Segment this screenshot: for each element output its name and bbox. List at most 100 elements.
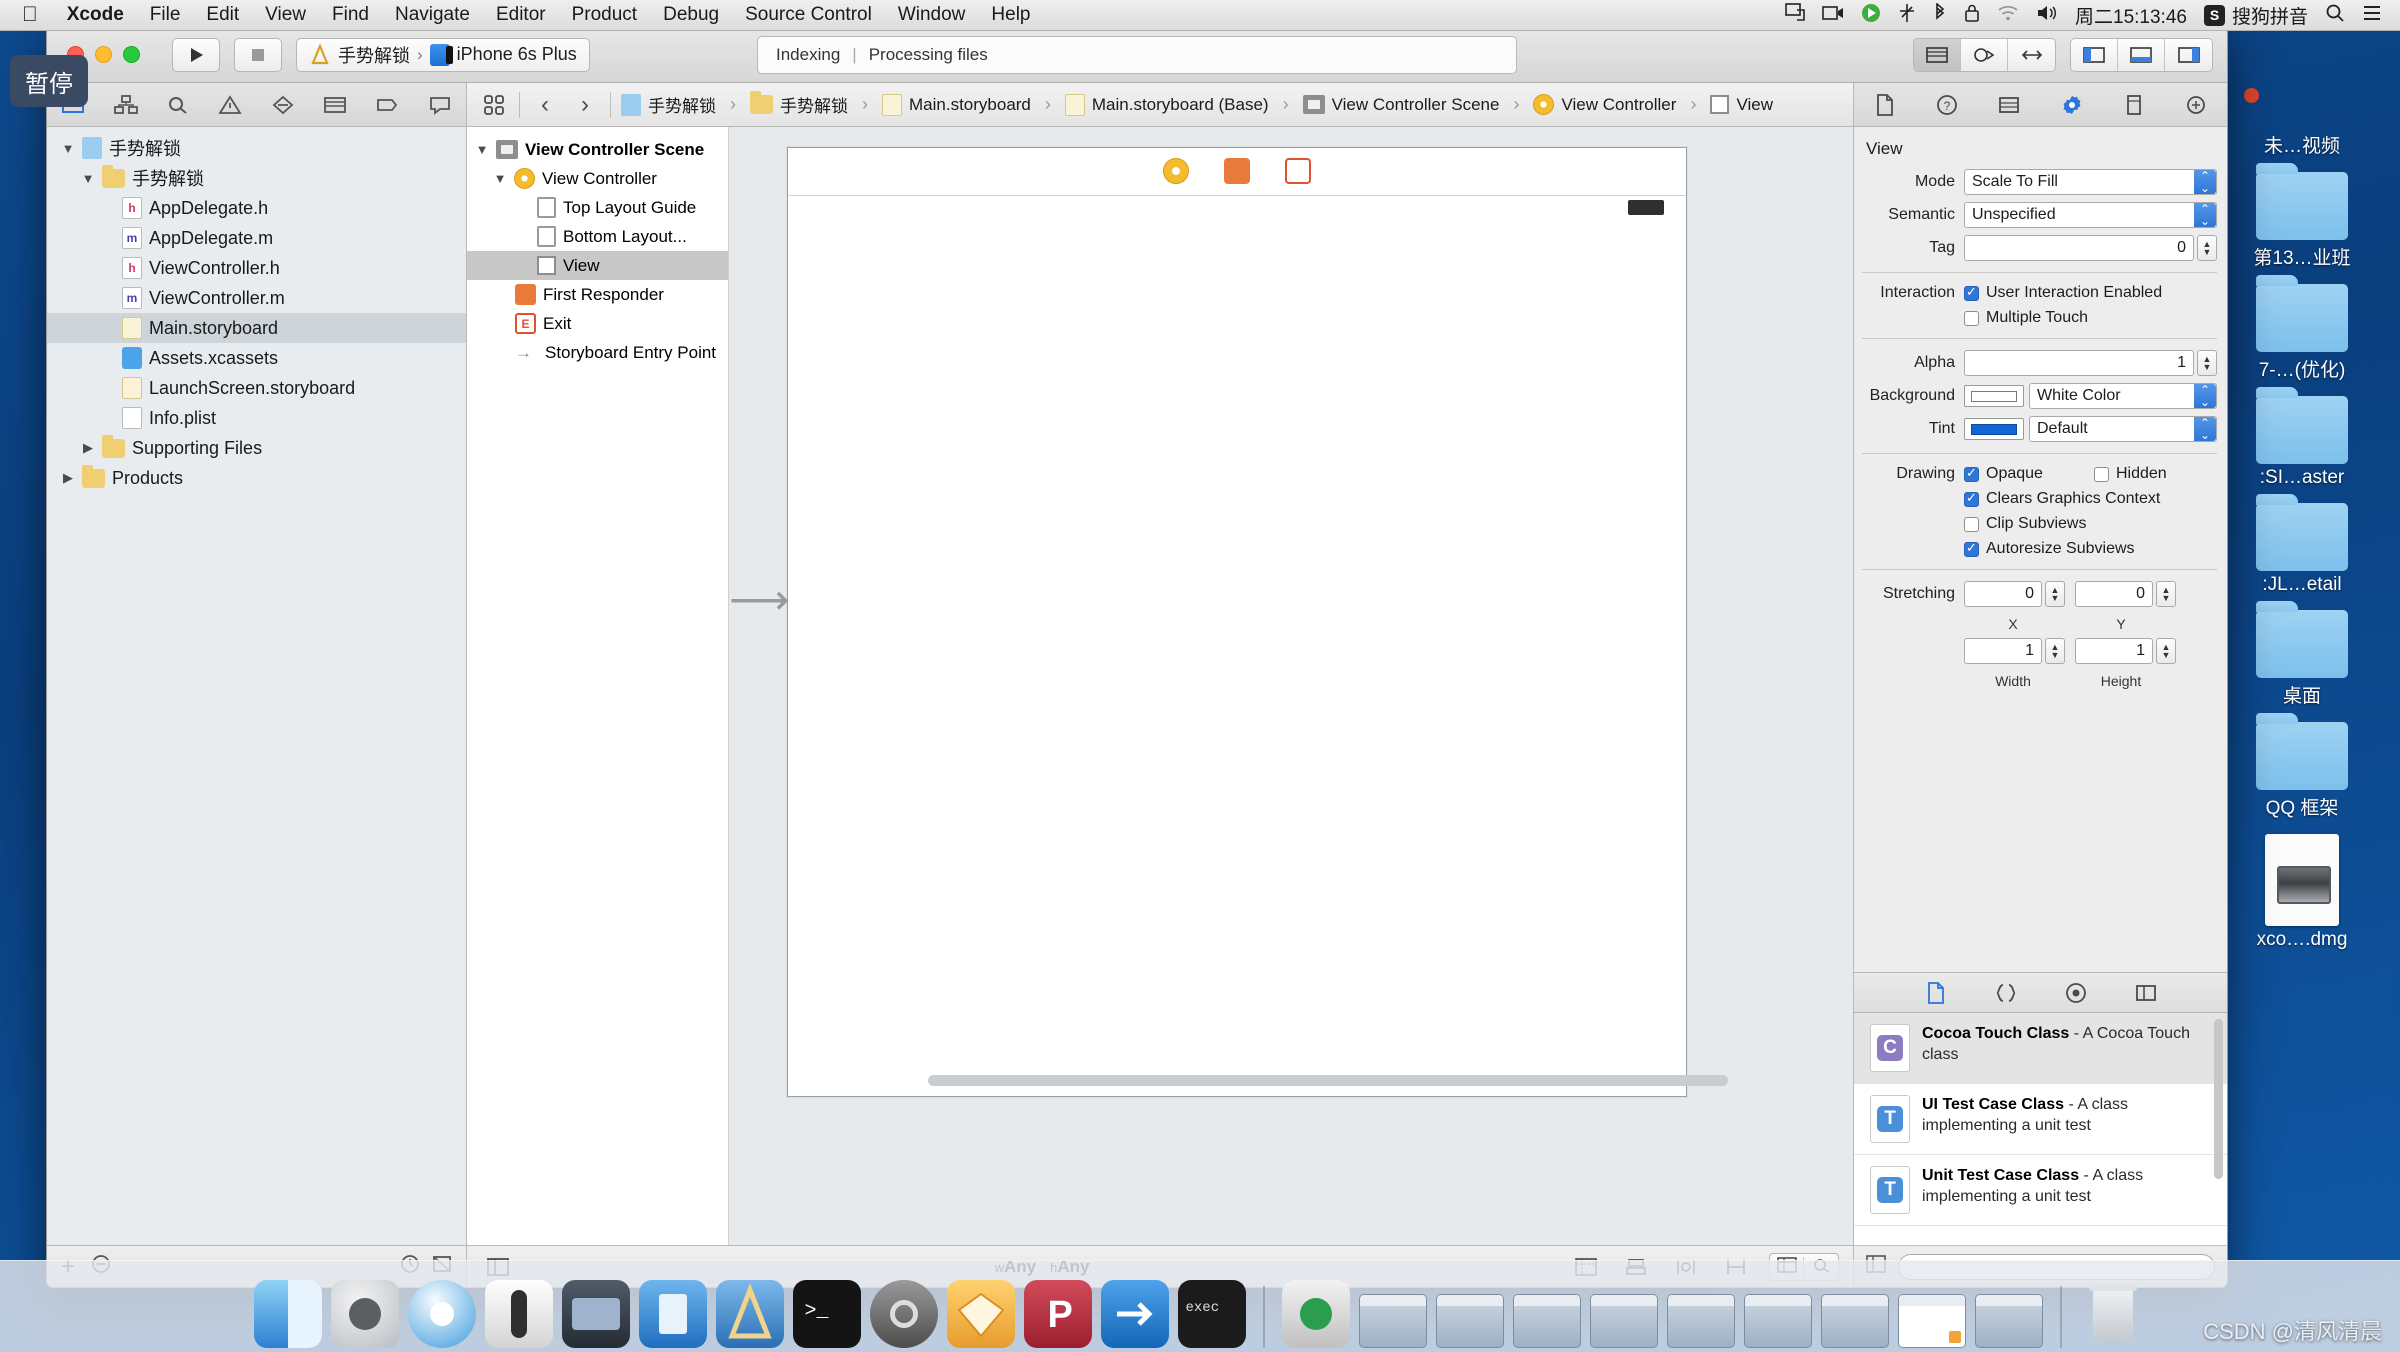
stretch-x-input[interactable]: 0: [1964, 581, 2042, 607]
airplay-icon[interactable]: [1785, 3, 1805, 27]
nav-row-supporting-files[interactable]: ▶ Supporting Files: [47, 433, 466, 463]
outline-row-top-layout-guide[interactable]: Top Layout Guide: [467, 193, 728, 222]
breadcrumb-item-scene[interactable]: View Controller Scene: [1302, 95, 1499, 115]
breakpoint-navigator-tab[interactable]: [370, 90, 404, 120]
breadcrumb-item-project[interactable]: 手势解锁: [621, 92, 716, 117]
volume-icon[interactable]: [2036, 4, 2058, 27]
minimized-window[interactable]: [1512, 1294, 1581, 1348]
find-navigator-tab[interactable]: [161, 90, 195, 120]
tag-stepper[interactable]: ▲ ▼: [2197, 235, 2217, 261]
navigator-tab-bar[interactable]: [47, 83, 466, 127]
stop-button[interactable]: [234, 37, 282, 72]
tint-popup[interactable]: Default ⌃ ⌄: [2029, 416, 2217, 442]
document-outline[interactable]: ▼ View Controller Scene ▼ View Controlle…: [467, 127, 729, 1245]
safari-icon[interactable]: [407, 1280, 476, 1348]
menu-item-source-control[interactable]: Source Control: [732, 4, 885, 26]
jump-bar[interactable]: ‹ › 手势解锁 › 手势解锁 › Main.storyboard › Main…: [467, 83, 1853, 127]
navigator-toggle-icon[interactable]: [2071, 38, 2118, 71]
nav-row-file[interactable]: h ViewController.h: [47, 253, 466, 283]
minimized-window[interactable]: [1743, 1294, 1812, 1348]
nav-row-project[interactable]: ▼ 手势解锁: [47, 133, 466, 163]
scene-dock-icons[interactable]: [1163, 158, 1311, 184]
exec-icon[interactable]: exec: [1177, 1280, 1246, 1348]
inspector-tab-bar[interactable]: ?: [1854, 83, 2227, 127]
menu-item-window[interactable]: Window: [885, 4, 979, 26]
airdrop-icon[interactable]: [1898, 3, 1916, 28]
stretch-width-stepper[interactable]: ▲ ▼: [2045, 638, 2065, 664]
finder-icon[interactable]: [253, 1280, 322, 1348]
outline-row-exit[interactable]: E Exit: [467, 309, 728, 338]
dock[interactable]: >_ P exec: [0, 1260, 2400, 1352]
view-controller-icon[interactable]: [1163, 158, 1189, 184]
symbol-navigator-tab[interactable]: [109, 90, 143, 120]
input-method-status[interactable]: S 搜狗拼音: [2203, 2, 2308, 29]
menu-item-xcode[interactable]: Xcode: [54, 4, 137, 26]
desktop-icon[interactable]: :SI…aster: [2227, 387, 2377, 489]
minimized-window[interactable]: [1589, 1294, 1658, 1348]
code-snippet-library-tab[interactable]: [1992, 980, 2020, 1006]
nav-row-file[interactable]: h AppDelegate.h: [47, 193, 466, 223]
minimized-window[interactable]: [1897, 1294, 1966, 1348]
hammer-icon[interactable]: [715, 1280, 784, 1348]
menu-item-edit[interactable]: Edit: [193, 4, 252, 26]
background-popup[interactable]: White Color ⌃ ⌄: [2029, 383, 2217, 409]
editor-mode-segmented[interactable]: [1913, 37, 2056, 72]
minimized-window[interactable]: [1666, 1294, 1735, 1348]
quick-help-tab[interactable]: ?: [1932, 91, 1962, 119]
disclosure-triangle-icon[interactable]: ▼: [475, 142, 489, 157]
wifi-icon[interactable]: [1997, 4, 2019, 27]
nav-row-group[interactable]: ▼ 手势解锁: [47, 163, 466, 193]
user-interaction-enabled-checkbox[interactable]: User Interaction Enabled: [1964, 284, 2162, 302]
forward-button[interactable]: ›: [570, 90, 600, 120]
version-editor-icon[interactable]: [2008, 38, 2055, 71]
minimized-window[interactable]: [1974, 1294, 2043, 1348]
menu-item-view[interactable]: View: [252, 4, 319, 26]
library-scrollbar[interactable]: [2214, 1019, 2223, 1179]
clip-subviews-checkbox[interactable]: Clip Subviews: [1964, 515, 2086, 533]
menubar-clock[interactable]: 周二15:13:46: [2075, 2, 2187, 29]
trash-icon[interactable]: [2079, 1280, 2147, 1348]
assistant-editor-icon[interactable]: [1961, 38, 2008, 71]
alpha-stepper[interactable]: ▲ ▼: [2197, 350, 2217, 376]
standard-editor-icon[interactable]: [1914, 38, 1961, 71]
outline-row-scene[interactable]: ▼ View Controller Scene: [467, 135, 728, 164]
background-color-swatch[interactable]: [1964, 385, 2024, 407]
apple-logo-icon[interactable]: : [0, 3, 54, 27]
first-responder-icon[interactable]: [1224, 158, 1250, 184]
disclosure-triangle-icon[interactable]: ▶: [81, 440, 95, 456]
breadcrumb-item-storyboard[interactable]: Main.storyboard: [882, 93, 1031, 116]
issue-navigator-tab[interactable]: [213, 90, 247, 120]
related-items-icon[interactable]: [479, 90, 509, 120]
desktop-icon[interactable]: 桌面: [2227, 601, 2377, 708]
stretch-height-stepper[interactable]: ▲ ▼: [2156, 638, 2176, 664]
zoom-button[interactable]: [123, 46, 140, 63]
play-circle-icon[interactable]: [1861, 3, 1881, 28]
outline-row-bottom-layout-guide[interactable]: Bottom Layout...: [467, 222, 728, 251]
minimized-window[interactable]: [1358, 1294, 1427, 1348]
menu-item-navigate[interactable]: Navigate: [382, 4, 483, 26]
bluetooth-icon[interactable]: [1933, 1, 1947, 28]
desktop-icon[interactable]: QQ 框架: [2227, 713, 2377, 820]
sketch-icon[interactable]: [946, 1280, 1015, 1348]
nav-row-file[interactable]: m AppDelegate.m: [47, 223, 466, 253]
scheme-selector[interactable]: 手势解锁 › iPhone 6s Plus: [296, 37, 590, 72]
library-list[interactable]: C Cocoa Touch Class - A Cocoa Touch clas…: [1854, 1013, 2227, 1245]
opaque-checkbox[interactable]: Opaque: [1964, 465, 2094, 483]
notification-center-icon[interactable]: [2362, 4, 2382, 27]
interface-builder-canvas[interactable]: ⟶: [729, 127, 1853, 1245]
semantic-popup[interactable]: Unspecified ⌃ ⌄: [1964, 202, 2217, 228]
debug-navigator-tab[interactable]: [318, 90, 352, 120]
desktop-icon[interactable]: 7-…(优化): [2227, 275, 2377, 382]
stretch-width-input[interactable]: 1: [1964, 638, 2042, 664]
screen-record-icon[interactable]: [1822, 4, 1844, 27]
nav-row-infoplist[interactable]: Info.plist: [47, 403, 466, 433]
view-controller-canvas[interactable]: [787, 147, 1728, 1097]
menu-item-product[interactable]: Product: [559, 4, 650, 26]
stretch-y-input[interactable]: 0: [2075, 581, 2153, 607]
nav-row-launchscreen[interactable]: LaunchScreen.storyboard: [47, 373, 466, 403]
minimized-window[interactable]: [1435, 1294, 1504, 1348]
prototype-icon[interactable]: P: [1023, 1280, 1092, 1348]
nav-row-assets[interactable]: Assets.xcassets: [47, 343, 466, 373]
run-button[interactable]: [172, 37, 220, 72]
imovie-icon[interactable]: [561, 1280, 630, 1348]
